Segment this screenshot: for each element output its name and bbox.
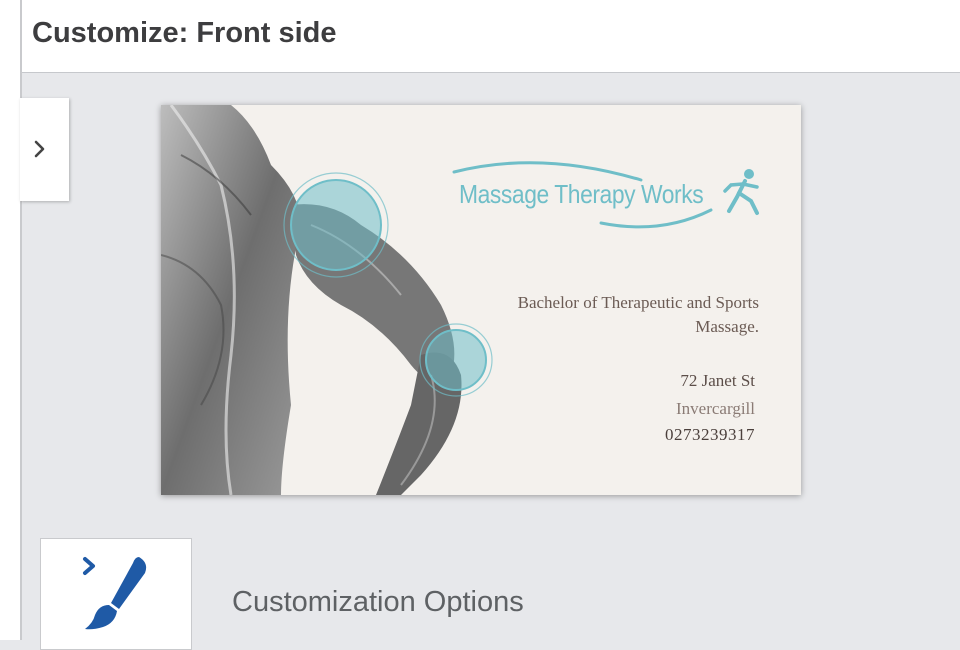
page-header: Customize: Front side xyxy=(22,0,960,73)
left-panel-edge xyxy=(0,0,22,640)
card-qualification: Bachelor of Therapeutic and Sports Massa… xyxy=(517,293,759,336)
sidebar-toggle-button[interactable] xyxy=(20,98,69,201)
page-title: Customize: Front side xyxy=(32,17,337,49)
card-phone: 0273239317 xyxy=(665,425,755,444)
card-brand-name: Massage Therapy Works xyxy=(459,179,704,209)
paintbrush-icon xyxy=(83,557,147,630)
chevron-right-icon xyxy=(34,140,45,158)
card-city: Invercargill xyxy=(676,399,755,418)
card-street: 72 Janet St xyxy=(680,371,755,390)
customization-options-button[interactable] xyxy=(40,538,192,650)
customization-options-label: Customization Options xyxy=(232,586,524,618)
business-card-preview[interactable]: Massage Therapy Works Bachelor of Therap… xyxy=(161,105,801,495)
running-figure-icon xyxy=(723,169,759,215)
